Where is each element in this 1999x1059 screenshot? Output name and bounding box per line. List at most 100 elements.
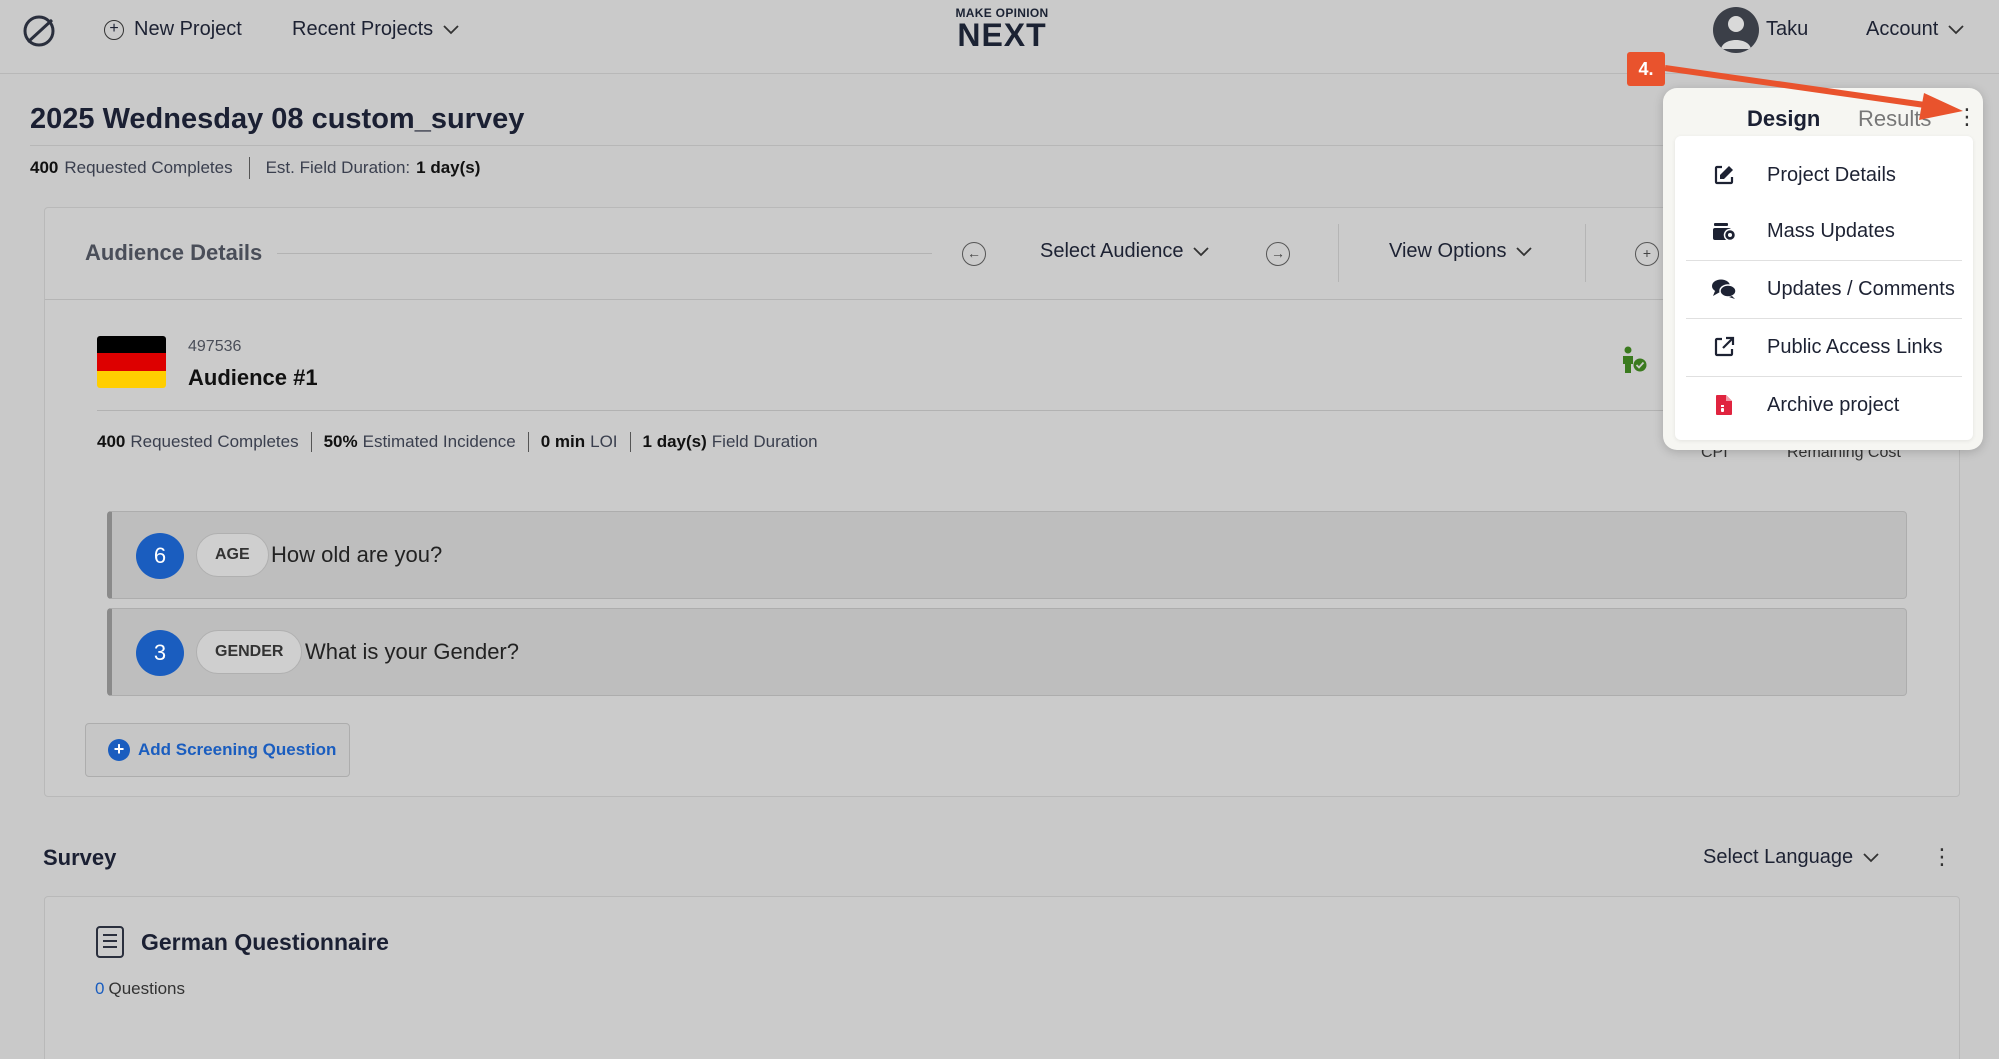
document-icon bbox=[96, 926, 124, 958]
question-count-badge: 6 bbox=[136, 533, 184, 579]
divider bbox=[248, 157, 250, 179]
questionnaire-question-count: 0 Questions bbox=[95, 979, 185, 999]
flag-stripe-black bbox=[97, 336, 166, 354]
brand-main-text: NEXT bbox=[957, 17, 1047, 53]
recent-projects-dropdown[interactable]: Recent Projects bbox=[292, 18, 459, 41]
person-check-icon[interactable] bbox=[1619, 346, 1649, 374]
screening-question-row[interactable]: 3 GENDER What is your Gender? bbox=[107, 608, 1907, 696]
question-text: What is your Gender? bbox=[305, 639, 519, 664]
divider bbox=[97, 410, 1697, 411]
germany-flag-icon bbox=[97, 336, 166, 388]
chevron-down-icon bbox=[1948, 24, 1964, 34]
loi-value: 0 min bbox=[540, 432, 586, 451]
page-title: 2025 Wednesday 08 custom_survey bbox=[30, 103, 525, 135]
next-audience-icon[interactable]: → bbox=[1266, 242, 1290, 266]
tab-design[interactable]: Design bbox=[1747, 106, 1820, 132]
user-avatar[interactable] bbox=[1713, 7, 1759, 53]
app-logo-icon[interactable] bbox=[20, 12, 58, 50]
archive-file-icon bbox=[1709, 394, 1739, 416]
chevron-down-icon bbox=[1516, 246, 1533, 256]
divider bbox=[310, 432, 312, 452]
completes-label: Requested Completes bbox=[130, 432, 299, 451]
chevron-down-icon bbox=[443, 24, 459, 34]
question-count-value: 0 bbox=[95, 979, 105, 998]
top-navigation-bar: + New Project Recent Projects MAKE OPINI… bbox=[0, 0, 1999, 74]
screening-question-row[interactable]: 6 AGE How old are you? bbox=[107, 511, 1907, 599]
select-audience-label: Select Audience bbox=[1040, 240, 1184, 262]
edit-icon bbox=[1709, 164, 1739, 186]
field-duration-value: 1 day(s) bbox=[416, 158, 481, 177]
user-name[interactable]: Taku bbox=[1766, 18, 1808, 41]
project-meta: 400 Requested Completes Est. Field Durat… bbox=[30, 157, 486, 179]
incidence-value: 50% bbox=[323, 432, 358, 451]
menu-item-label: Project Details bbox=[1767, 163, 1896, 186]
incidence-label: Estimated Incidence bbox=[362, 432, 516, 451]
questionnaire-card[interactable]: German Questionnaire 0 Questions bbox=[44, 896, 1960, 1059]
select-language-label: Select Language bbox=[1703, 846, 1854, 868]
previous-audience-icon[interactable]: ← bbox=[962, 242, 986, 266]
survey-more-options-icon[interactable]: ⋮ bbox=[1931, 846, 1953, 868]
question-text: How old are you? bbox=[271, 542, 443, 567]
tab-results[interactable]: Results bbox=[1858, 106, 1931, 132]
select-audience-dropdown[interactable]: Select Audience bbox=[1040, 240, 1210, 263]
brand-logo: MAKE OPINION NEXT bbox=[952, 6, 1052, 53]
audience-meta: 400 Requested Completes 50% Estimated In… bbox=[97, 432, 818, 452]
requested-completes-value: 400 bbox=[30, 158, 59, 177]
comments-icon bbox=[1709, 278, 1739, 300]
survey-section-title: Survey bbox=[43, 845, 117, 870]
options-menu: Project Details Mass Updates Updates / C… bbox=[1675, 136, 1973, 440]
menu-item-archive-project[interactable]: Archive project bbox=[1675, 376, 1973, 434]
add-audience-icon[interactable]: + bbox=[1635, 242, 1659, 266]
chevron-down-icon bbox=[1863, 852, 1879, 862]
audience-details-title: Audience Details bbox=[85, 240, 263, 265]
menu-item-public-access-links[interactable]: Public Access Links bbox=[1675, 318, 1973, 376]
select-language-dropdown[interactable]: Select Language bbox=[1703, 846, 1879, 869]
project-options-popup: Design Results ⋮ Project Details Mass Up… bbox=[1663, 88, 1983, 450]
divider bbox=[527, 432, 529, 452]
menu-item-label: Archive project bbox=[1767, 393, 1900, 416]
field-duration-label: Field Duration bbox=[711, 432, 818, 451]
menu-item-project-details[interactable]: Project Details bbox=[1675, 146, 1973, 204]
divider bbox=[629, 432, 631, 452]
more-options-icon[interactable]: ⋮ bbox=[1956, 106, 1978, 128]
mass-update-icon bbox=[1709, 220, 1739, 242]
account-label: Account bbox=[1866, 18, 1939, 40]
add-screening-question-button[interactable]: + Add Screening Question bbox=[85, 723, 350, 777]
view-options-label: View Options bbox=[1389, 240, 1507, 262]
divider bbox=[1338, 224, 1339, 282]
field-duration-label: Est. Field Duration: bbox=[265, 158, 411, 177]
flag-stripe-gold bbox=[97, 370, 166, 388]
flag-stripe-red bbox=[97, 353, 166, 371]
field-duration-value: 1 day(s) bbox=[642, 432, 707, 451]
completes-value: 400 bbox=[97, 432, 126, 451]
add-screening-question-label: Add Screening Question bbox=[138, 740, 337, 759]
menu-item-mass-updates[interactable]: Mass Updates bbox=[1675, 202, 1973, 260]
divider bbox=[30, 145, 1670, 146]
loi-label: LOI bbox=[590, 432, 618, 451]
plus-circle-icon: + bbox=[108, 739, 130, 761]
menu-item-label: Updates / Comments bbox=[1767, 277, 1955, 300]
questionnaire-title: German Questionnaire bbox=[141, 929, 389, 955]
plus-circle-icon: + bbox=[104, 19, 124, 40]
question-count-label: Questions bbox=[108, 979, 186, 998]
question-tag: GENDER bbox=[196, 630, 303, 674]
external-link-icon bbox=[1709, 336, 1739, 358]
chevron-down-icon bbox=[1193, 246, 1210, 256]
view-options-dropdown[interactable]: View Options bbox=[1389, 240, 1533, 263]
menu-item-updates-comments[interactable]: Updates / Comments bbox=[1675, 260, 1973, 318]
question-count-badge: 3 bbox=[136, 630, 184, 676]
audience-id: 497536 bbox=[188, 338, 242, 355]
user-icon bbox=[1721, 16, 1751, 49]
question-tag: AGE bbox=[196, 533, 269, 577]
recent-projects-label: Recent Projects bbox=[292, 18, 434, 40]
audience-name: Audience #1 bbox=[188, 365, 318, 390]
divider bbox=[1585, 224, 1586, 282]
divider bbox=[277, 253, 932, 254]
menu-item-label: Public Access Links bbox=[1767, 335, 1943, 358]
account-dropdown[interactable]: Account bbox=[1866, 18, 1964, 41]
new-project-label: New Project bbox=[134, 18, 242, 40]
new-project-button[interactable]: + New Project bbox=[104, 18, 242, 41]
step-number-badge: 4. bbox=[1627, 52, 1665, 86]
menu-item-label: Mass Updates bbox=[1767, 219, 1895, 242]
requested-completes-label: Requested Completes bbox=[64, 158, 233, 177]
